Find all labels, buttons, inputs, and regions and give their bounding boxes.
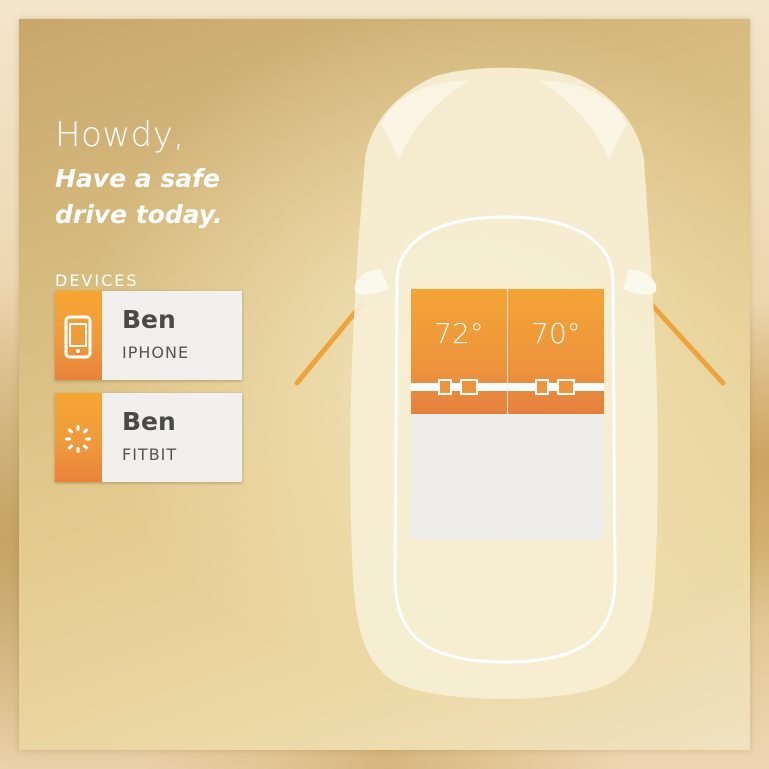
device-icon-strip bbox=[55, 291, 102, 380]
device-card-fitbit[interactable]: Ben FITBIT bbox=[55, 393, 242, 482]
driver-seat-climate-zone bbox=[411, 289, 507, 414]
greeting-title: Howdy, bbox=[55, 115, 185, 155]
driver-seat-cushion bbox=[411, 414, 507, 540]
device-icon-strip bbox=[55, 393, 102, 482]
greeting-subtitle: Have a safe drive today. bbox=[55, 161, 285, 233]
passenger-seat-temperature: 70° bbox=[531, 317, 581, 350]
right-door-indicator bbox=[648, 301, 726, 386]
device-card-iphone[interactable]: Ben IPHONE bbox=[55, 291, 242, 380]
driver-seat-temperature: 72° bbox=[434, 317, 484, 350]
seatbelt-icon bbox=[411, 379, 507, 395]
seatbelt-icon bbox=[508, 379, 604, 395]
device-type-label: FITBIT bbox=[122, 445, 178, 464]
greeting-subtitle-line-1: Have a safe bbox=[55, 164, 220, 193]
greeting-subtitle-line-2: drive today. bbox=[55, 200, 223, 229]
passenger-seat-climate-zone bbox=[508, 289, 604, 414]
fitbit-icon bbox=[65, 425, 91, 453]
main-panel: Howdy, Have a safe drive today. DEVICES … bbox=[19, 19, 750, 750]
device-owner-name: Ben bbox=[122, 305, 176, 334]
device-type-label: IPHONE bbox=[122, 343, 190, 362]
device-owner-name: Ben bbox=[122, 407, 176, 436]
devices-heading: DEVICES bbox=[55, 271, 139, 290]
phone-icon bbox=[64, 315, 92, 359]
passenger-seat-cushion bbox=[508, 414, 604, 540]
